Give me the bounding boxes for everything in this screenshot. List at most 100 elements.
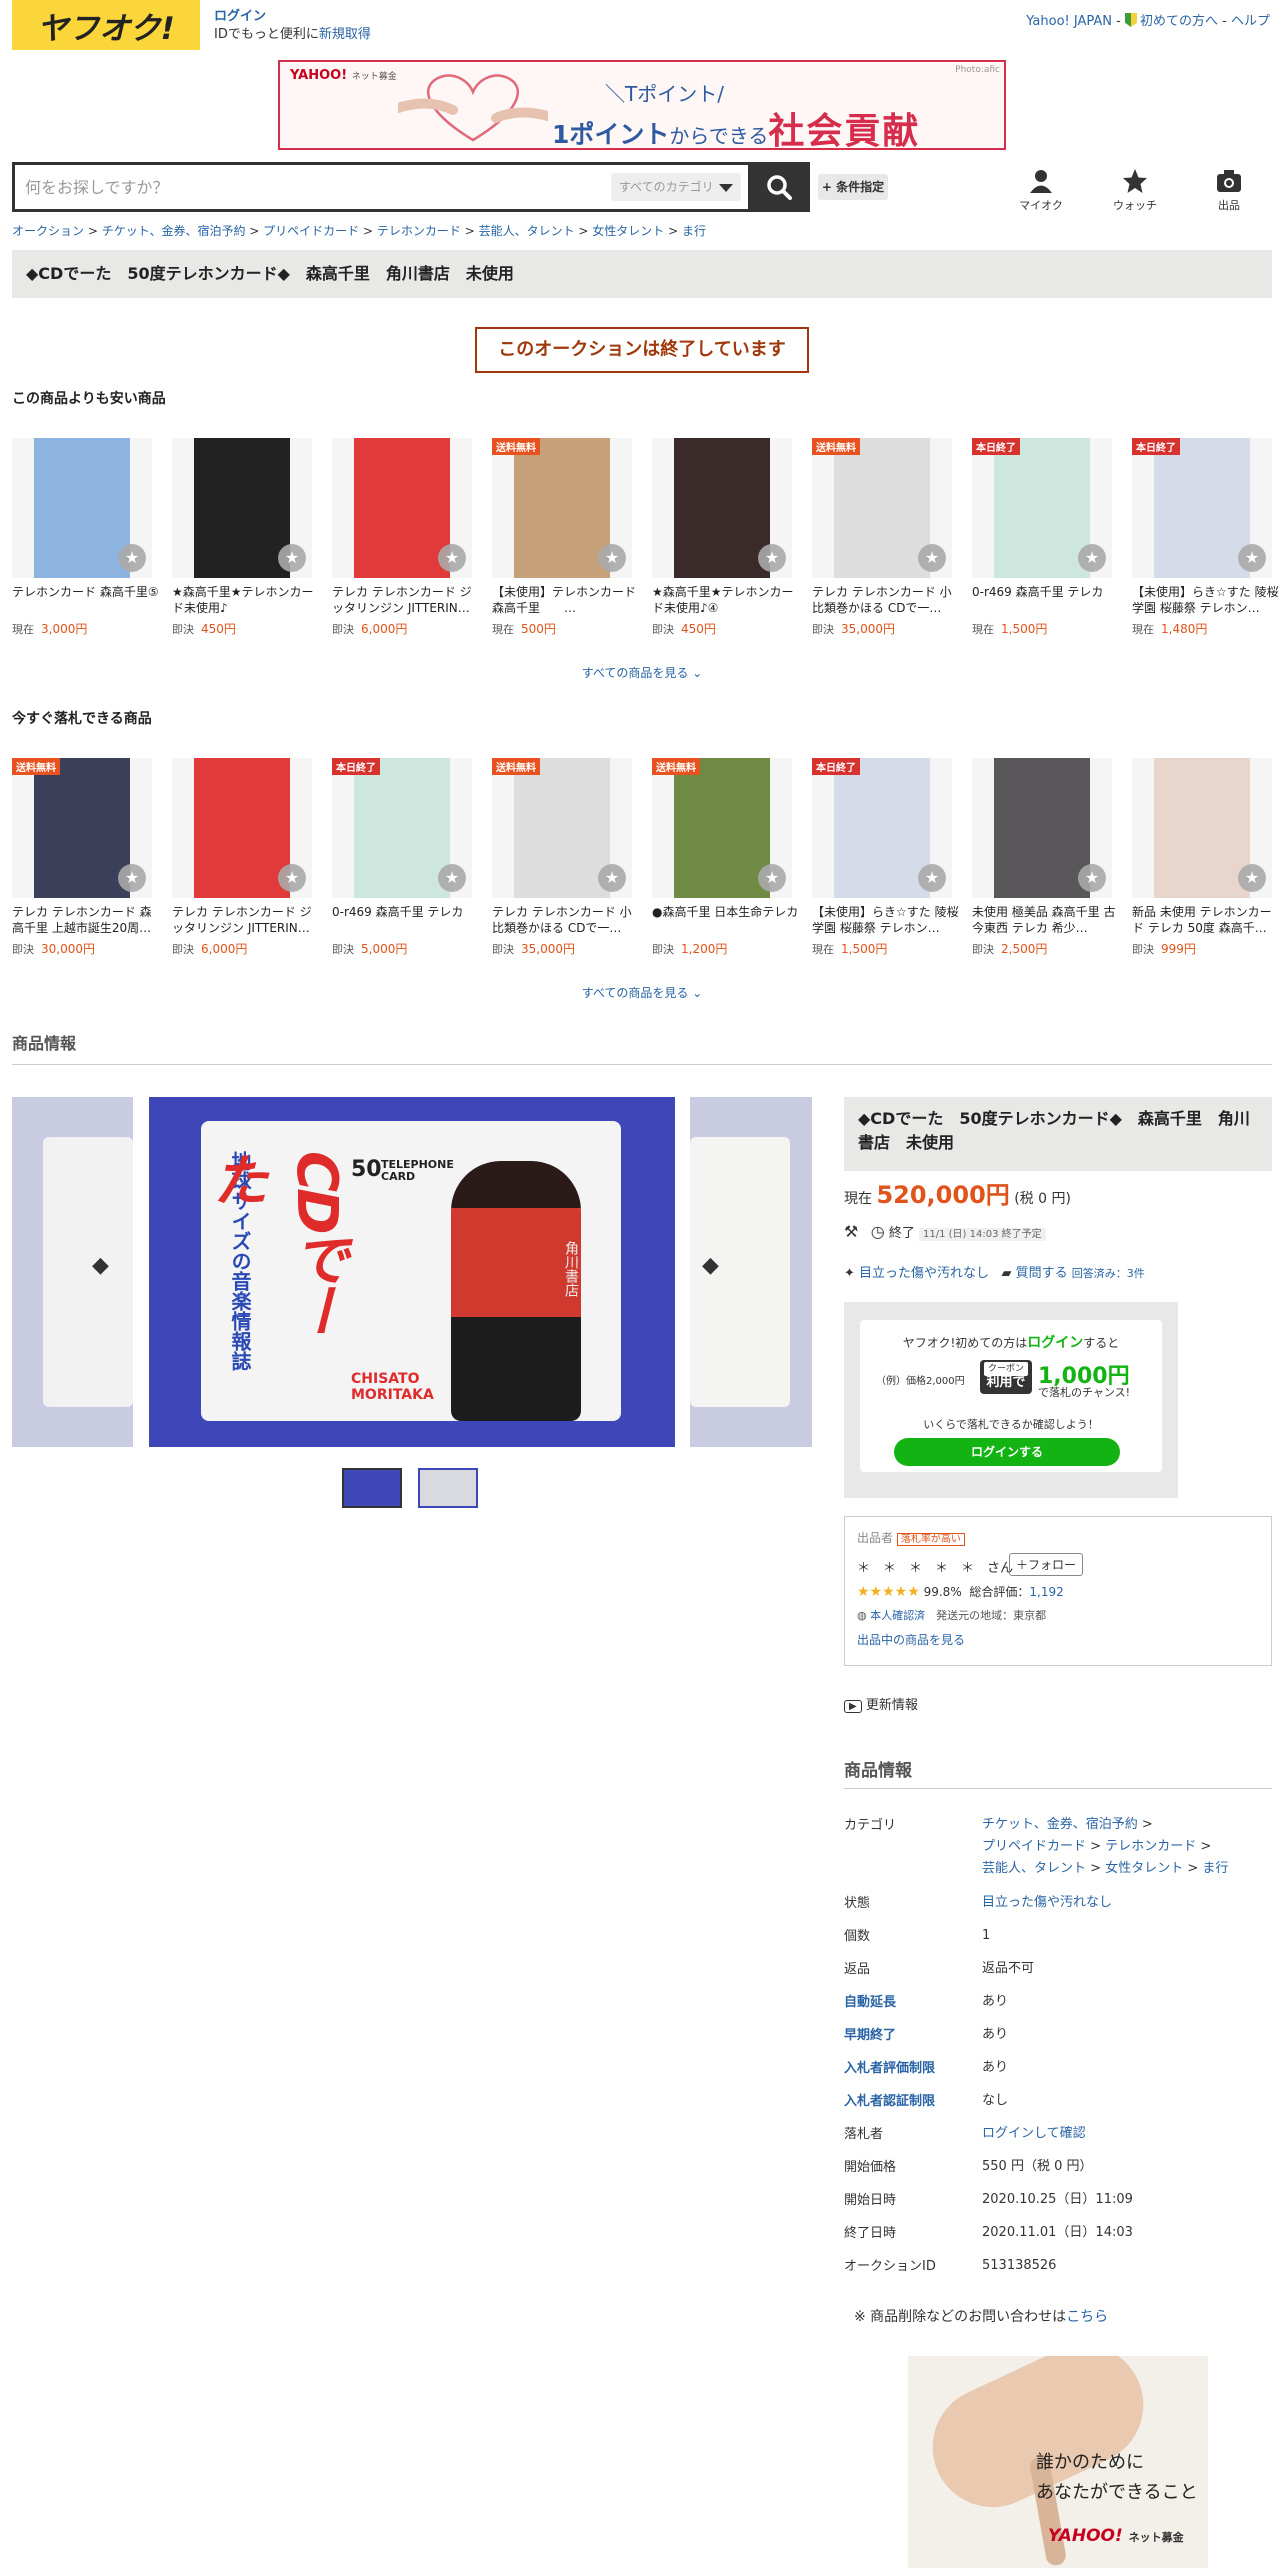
contact-link[interactable]: こちら — [1066, 2309, 1108, 2325]
thumbnail-2[interactable] — [418, 1468, 478, 1508]
thumbnail-1[interactable] — [342, 1468, 402, 1508]
watch-star-icon[interactable]: ★ — [438, 544, 466, 572]
follow-button[interactable]: ＋フォロー — [1009, 1553, 1084, 1576]
product-name[interactable]: テレカ テレホンカード 小比類巻かほる CDで一… — [492, 904, 640, 936]
product-card[interactable]: 本日終了 ★ 【未使用】らき☆すた 陵桜学園 桜藤祭 テレホン… 現在 1,480円 — [1132, 438, 1280, 637]
watch-star-icon[interactable]: ★ — [438, 864, 466, 892]
update-info-link[interactable]: ▶ 更新情報 — [844, 1694, 918, 1713]
charity-banner[interactable]: YAHOO! ネット募金 Photo:afic ＼Tポイント/ 1ポイントからで… — [278, 60, 1006, 150]
watch-star-icon[interactable]: ★ — [118, 864, 146, 892]
breadcrumb-item[interactable]: 女性タレント — [592, 224, 664, 238]
product-card[interactable]: 送料無料 ★ テレカ テレホンカード 小比類巻かほる CDで一… 即決 35,000円 — [812, 438, 960, 637]
product-name[interactable]: 未使用 極美品 森高千里 古今東西 テレカ 希少… — [972, 904, 1120, 936]
product-name[interactable]: 【未使用】らき☆すた 陵桜学園 桜藤祭 テレホン… — [1132, 584, 1280, 616]
watch-star-icon[interactable]: ★ — [1078, 544, 1106, 572]
watch-star-icon[interactable]: ★ — [918, 544, 946, 572]
product-card[interactable]: 本日終了 ★ 0-r469 森高千里 テレカ 即決 5,000円 — [332, 758, 480, 957]
product-name[interactable]: 【未使用】らき☆すた 陵桜学園 桜藤祭 テレホン… — [812, 904, 960, 936]
product-card[interactable]: 本日終了 ★ 0-r469 森高千里 テレカ 現在 1,500円 — [972, 438, 1120, 637]
next-image-button[interactable]: ◆ — [702, 1253, 719, 1278]
signup-link[interactable]: 新規取得 — [319, 27, 371, 42]
product-thumbnail[interactable]: 送料無料 ★ — [492, 438, 632, 578]
coupon-login-link[interactable]: ログイン — [1027, 1335, 1083, 1351]
watch-star-icon[interactable]: ★ — [598, 544, 626, 572]
product-thumbnail[interactable]: ★ — [172, 758, 312, 898]
see-all-buynow-link[interactable]: すべての商品を見る ⌄ — [572, 984, 712, 1001]
product-name[interactable]: 新品 未使用 テレホンカード テレカ 50度 森高千… — [1132, 904, 1280, 936]
breadcrumb-item[interactable]: テレホンカード — [377, 224, 461, 238]
product-thumbnail[interactable]: 本日終了 ★ — [332, 758, 472, 898]
yahoo-japan-link[interactable]: Yahoo! JAPAN — [1026, 14, 1112, 29]
sell-button[interactable]: 出品 — [1194, 168, 1264, 213]
category-link[interactable]: チケット、金券、宿泊予約 — [982, 1817, 1138, 1832]
product-name[interactable]: ★森高千里★テレホンカード未使用♪④ — [652, 584, 800, 616]
product-thumbnail[interactable]: ★ — [332, 438, 472, 578]
watch-star-icon[interactable]: ★ — [118, 544, 146, 572]
info-key[interactable]: 入札者認証制限 — [844, 2090, 974, 2109]
help-link[interactable]: ヘルプ — [1231, 14, 1270, 29]
watch-star-icon[interactable]: ★ — [758, 544, 786, 572]
product-name[interactable]: テレカ テレホンカード 森高千里 上越市誕生20周… — [12, 904, 160, 936]
category-link[interactable]: プリペイドカード — [982, 1839, 1086, 1854]
watch-star-icon[interactable]: ★ — [278, 544, 306, 572]
info-key[interactable]: 入札者評価制限 — [844, 2057, 974, 2076]
myauction-button[interactable]: マイオク — [1006, 168, 1076, 213]
watch-star-icon[interactable]: ★ — [598, 864, 626, 892]
product-thumbnail[interactable]: ★ — [1132, 758, 1272, 898]
watch-star-icon[interactable]: ★ — [758, 864, 786, 892]
category-link[interactable]: テレホンカード — [1105, 1839, 1196, 1854]
category-select[interactable]: すべてのカテゴリ — [611, 173, 741, 201]
total-rating-link[interactable]: 1,192 — [1029, 1585, 1063, 1599]
watch-star-icon[interactable]: ★ — [1238, 544, 1266, 572]
product-thumbnail[interactable]: 本日終了 ★ — [1132, 438, 1272, 578]
watch-star-icon[interactable]: ★ — [918, 864, 946, 892]
beginner-link[interactable]: 初めての方へ — [1140, 14, 1218, 29]
see-all-cheaper-link[interactable]: すべての商品を見る ⌄ — [572, 664, 712, 681]
question-link[interactable]: 質問する — [1016, 1266, 1068, 1281]
product-card[interactable]: ★ テレカ テレホンカード ジッタリンジン JITTERIN… 即決 6,000円 — [332, 438, 480, 637]
category-link[interactable]: 女性タレント — [1105, 1861, 1183, 1876]
product-card[interactable]: ★ 新品 未使用 テレホンカード テレカ 50度 森高千… 即決 999円 — [1132, 758, 1280, 957]
product-thumbnail[interactable]: 送料無料 ★ — [492, 758, 632, 898]
product-thumbnail[interactable]: 本日終了 ★ — [972, 438, 1112, 578]
product-name[interactable]: 0-r469 森高千里 テレカ — [332, 904, 480, 936]
product-card[interactable]: ★ 未使用 極美品 森高千里 古今東西 テレカ 希少… 即決 2,500円 — [972, 758, 1120, 957]
info-value[interactable]: ログインして確認 — [982, 2123, 1272, 2145]
search-button[interactable] — [748, 162, 810, 212]
product-thumbnail[interactable]: ★ — [652, 438, 792, 578]
prev-image-button[interactable]: ◆ — [92, 1253, 109, 1278]
product-card[interactable]: 送料無料 ★ テレカ テレホンカード 小比類巻かほる CDで一… 即決 35,000円 — [492, 758, 640, 957]
product-card[interactable]: ★ ★森高千里★テレホンカード未使用♪ 即決 450円 — [172, 438, 320, 637]
breadcrumb-item[interactable]: ま行 — [682, 224, 706, 238]
product-thumbnail[interactable]: 本日終了 ★ — [812, 758, 952, 898]
product-thumbnail[interactable]: 送料無料 ★ — [812, 438, 952, 578]
watch-star-icon[interactable]: ★ — [1238, 864, 1266, 892]
main-product-image[interactable]: 地球サイズの音楽情報誌 CDでーた 50 TELEPHONE CARD CHIS… — [149, 1097, 675, 1447]
product-card[interactable]: 本日終了 ★ 【未使用】らき☆すた 陵桜学園 桜藤祭 テレホン… 現在 1,500円 — [812, 758, 960, 957]
login-link[interactable]: ログイン — [214, 9, 266, 24]
watch-star-icon[interactable]: ★ — [278, 864, 306, 892]
product-name[interactable]: 0-r469 森高千里 テレカ — [972, 584, 1120, 616]
product-thumbnail[interactable]: ★ — [172, 438, 312, 578]
product-name[interactable]: ★森高千里★テレホンカード未使用♪ — [172, 584, 320, 616]
product-card[interactable]: 送料無料 ★ ●森高千里 日本生命テレカ 即決 1,200円 — [652, 758, 800, 957]
product-name[interactable]: テレカ テレホンカード ジッタリンジン JITTERIN… — [332, 584, 480, 616]
breadcrumb-item[interactable]: 芸能人、タレント — [479, 224, 575, 238]
product-name[interactable]: テレホンカード 森高千里⑤ — [12, 584, 160, 616]
info-key[interactable]: 早期終了 — [844, 2024, 974, 2043]
product-name[interactable]: テレカ テレホンカード 小比類巻かほる CDで一… — [812, 584, 960, 616]
breadcrumb-item[interactable]: オークション — [12, 224, 84, 238]
seller-items-link[interactable]: 出品中の商品を見る — [857, 1631, 965, 1648]
product-card[interactable]: ★ テレカ テレホンカード ジッタリンジン JITTERIN… 即決 6,000円 — [172, 758, 320, 957]
info-key[interactable]: 自動延長 — [844, 1991, 974, 2010]
condition-button[interactable]: + 条件指定 — [818, 174, 888, 200]
product-name[interactable]: 【未使用】テレホンカード 森高千里 … — [492, 584, 640, 616]
product-thumbnail[interactable]: 送料無料 ★ — [12, 758, 152, 898]
charity-ad[interactable]: 誰かのために あなたができること YAHOO! ネット募金 — [908, 2356, 1208, 2568]
product-thumbnail[interactable]: 送料無料 ★ — [652, 758, 792, 898]
breadcrumb-item[interactable]: プリペイドカード — [263, 224, 359, 238]
product-card[interactable]: 送料無料 ★ 【未使用】テレホンカード 森高千里 … 現在 500円 — [492, 438, 640, 637]
condition-link[interactable]: 目立った傷や汚れなし — [859, 1266, 989, 1281]
product-name[interactable]: テレカ テレホンカード ジッタリンジン JITTERIN… — [172, 904, 320, 936]
seller-name[interactable]: ＊ ＊ ＊ ＊ ＊ さん — [857, 1557, 1013, 1576]
